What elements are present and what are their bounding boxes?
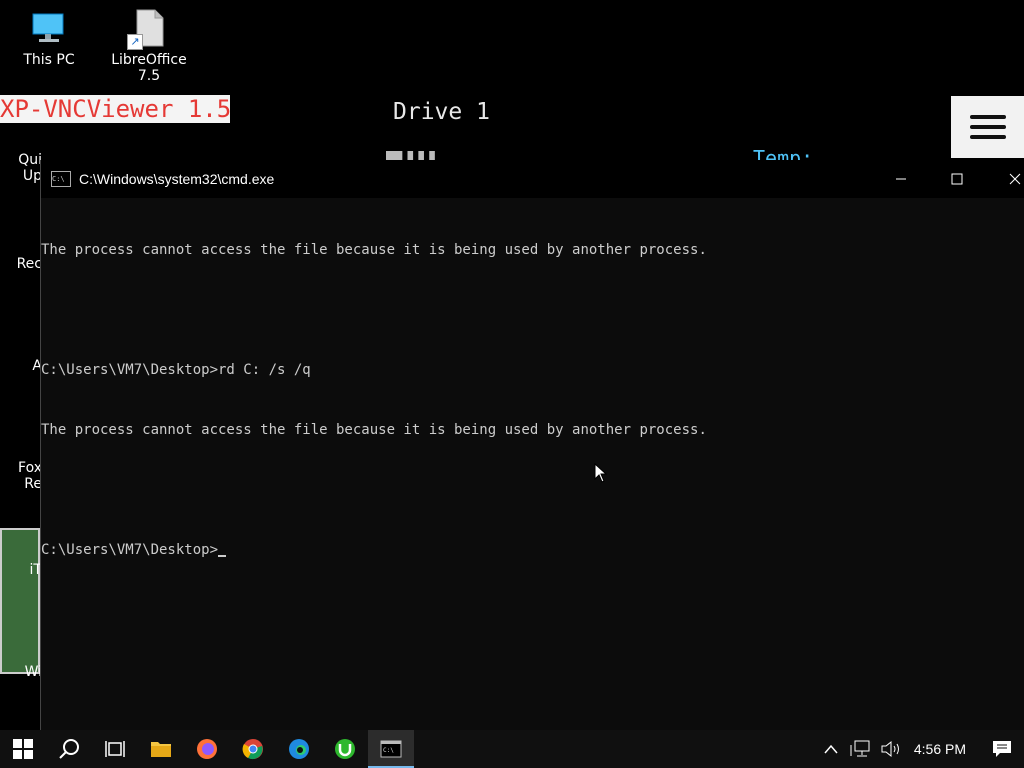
desktop-icon-partial[interactable]: Fox Re [0,460,42,492]
speaker-icon [881,740,899,758]
folder-icon [151,742,171,757]
desktop-icon-label: Re [24,476,42,492]
network-button[interactable] [846,730,876,768]
desktop-icon-partial[interactable]: iT [0,562,42,578]
vnc-temp-label: Temp: [753,146,814,160]
windows-start-icon [13,739,33,759]
desktop-icon-label: Qui [18,152,42,168]
volume-button[interactable] [876,730,906,768]
search-icon [59,739,79,759]
hamburger-menu-button[interactable] [951,96,1024,158]
console-prompt: C:\Users\VM7\Desktop> [41,542,219,558]
console-line: The process cannot access the file becau… [41,242,707,258]
cmd-window-title: C:\Windows\system32\cmd.exe [79,171,275,187]
console-output[interactable]: The process cannot access the file becau… [41,198,1024,600]
cmd-icon: C:\ [51,171,71,187]
notification-icon [993,741,1011,757]
maximize-button[interactable] [934,160,980,198]
desktop-icon-partial[interactable]: Rec [0,256,42,272]
desktop-icon-label: A [32,358,42,374]
taskbar-chrome[interactable] [230,730,276,768]
close-button[interactable] [992,160,1024,198]
taskbar-utorrent[interactable] [322,730,368,768]
desktop-icon-label: This PC [23,52,75,68]
task-view-icon [105,741,125,757]
taskbar-edge[interactable] [276,730,322,768]
utorrent-icon [335,739,355,759]
taskbar-file-explorer[interactable] [138,730,184,768]
text-cursor [218,555,227,557]
action-center-button[interactable] [980,730,1024,768]
chevron-up-icon [824,744,838,754]
desktop-icon-libreoffice[interactable]: ↗ LibreOffice 7.5 [104,8,194,84]
cmd-window[interactable]: C:\ C:\Windows\system32\cmd.exe The proc… [40,160,1024,730]
libreoffice-icon: ↗ [127,8,169,50]
desktop-icon-label: iT [29,562,42,578]
maximize-icon [951,173,963,185]
svg-text:C:\: C:\ [383,747,394,754]
chrome-icon [242,739,263,760]
taskbar: C:\ 4:56 PM [0,730,1024,768]
start-button[interactable] [0,730,46,768]
console-line: The process cannot access the file becau… [41,422,707,438]
minimize-button[interactable] [878,160,924,198]
vnc-side-panel [0,528,40,674]
vnc-drive-value: █▌▌▌▌ [386,151,440,160]
desktop-icon-this-pc[interactable]: This PC [4,8,94,68]
vnc-drive-label: Drive 1 [393,99,490,125]
search-button[interactable] [46,730,92,768]
desktop-icon-partial[interactable]: Qui Up [0,152,42,184]
console-line: C:\Users\VM7\Desktop>rd C: /s /q [41,362,311,378]
task-view-button[interactable] [92,730,138,768]
desktop-icon-label: Wi [24,664,42,680]
cmd-titlebar[interactable]: C:\ C:\Windows\system32\cmd.exe [41,160,1024,198]
close-icon [1009,173,1021,185]
taskbar-firefox[interactable] [184,730,230,768]
shortcut-arrow-icon: ↗ [127,34,143,50]
vnc-viewer-title: XP-VNCViewer 1.50 [0,95,230,123]
desktop-icon-label: Fox [18,460,42,476]
desktop-icon-partial[interactable]: A [0,358,42,374]
hamburger-icon [969,109,1006,145]
minimize-icon [896,178,906,180]
mouse-pointer-icon [594,463,608,483]
console-prompt-line[interactable]: C:\Users\VM7\Desktop> [41,540,1024,560]
network-icon [850,740,870,757]
show-hidden-icons-button[interactable] [816,730,846,768]
system-tray: 4:56 PM [816,730,1024,768]
taskbar-clock[interactable]: 4:56 PM [914,741,966,757]
desktop-icon-partial[interactable]: Wi [0,664,42,680]
desktop-icon-label: LibreOffice 7.5 [111,52,187,84]
edge-icon [289,739,309,759]
taskbar-cmd[interactable]: C:\ [368,730,414,768]
firefox-icon [197,739,217,759]
this-pc-icon [29,8,69,48]
cmd-icon: C:\ [380,740,402,758]
desktop-icon-label: Up [22,168,42,184]
desktop-icon-label: Rec [16,256,42,272]
